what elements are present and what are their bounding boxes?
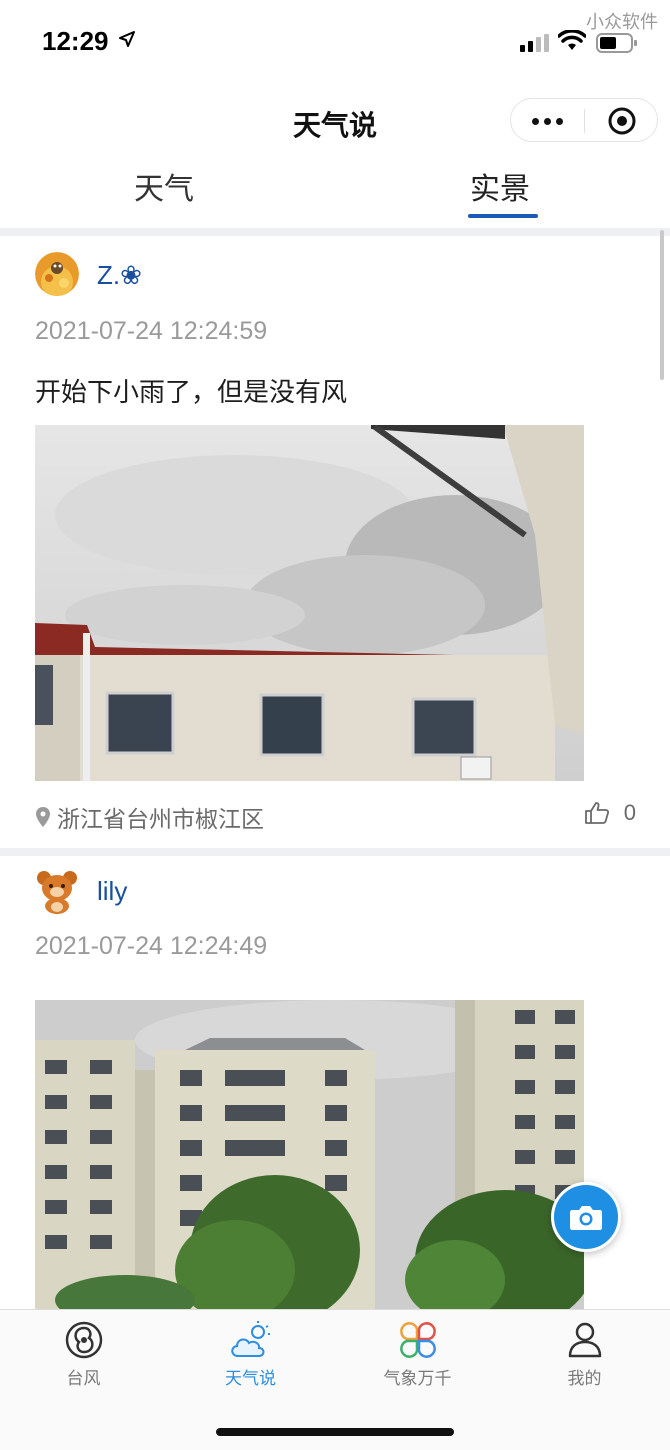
- like-button[interactable]: 0: [584, 800, 636, 826]
- divider: [0, 228, 670, 236]
- tab-live[interactable]: 实景: [470, 164, 530, 208]
- avatar[interactable]: [34, 868, 80, 914]
- post-timestamp: 2021-07-24 12:24:59: [35, 317, 268, 345]
- camera-icon: [570, 1206, 602, 1230]
- tab-label: 天气说: [225, 1369, 276, 1389]
- post-content: 开始下小雨了，但是没有风: [35, 378, 348, 408]
- photo-apartments-trees: [35, 1000, 584, 1309]
- tab-label: 我的: [567, 1369, 602, 1389]
- username[interactable]: lily: [97, 876, 127, 907]
- photo-cloudy-building: [35, 425, 584, 781]
- scrollbar[interactable]: [660, 230, 664, 380]
- clover-icon: [399, 1322, 436, 1358]
- dot: [556, 117, 563, 125]
- tab-typhoon[interactable]: 台风: [0, 1310, 167, 1400]
- close-target-icon: [608, 107, 635, 135]
- post-photo[interactable]: [35, 1000, 584, 1309]
- camera-button[interactable]: [551, 1182, 621, 1252]
- close-button[interactable]: [585, 99, 658, 143]
- tab-label: 气象万千: [383, 1369, 452, 1389]
- status-time: 12:29: [42, 26, 109, 56]
- thumbs-up-icon: [584, 802, 609, 824]
- cloud-sun-icon: [230, 1321, 270, 1357]
- post-location: 浙江省台州市椒江区: [35, 800, 264, 834]
- battery-icon: [596, 33, 637, 53]
- location-arrow-icon: [119, 31, 135, 47]
- home-indicator: [216, 1428, 454, 1436]
- mini-program-capsule: [510, 98, 658, 142]
- signal-icon: [520, 34, 549, 52]
- tab-meteorology[interactable]: 气象万千: [334, 1310, 501, 1400]
- top-tabs: 天气 实景: [0, 156, 670, 228]
- post-card: Z.❀ 2021-07-24 12:24:59 开始下小雨了，但是没有风 浙江省…: [0, 236, 670, 856]
- avatar[interactable]: [35, 252, 79, 296]
- nav-bar: 天气说: [0, 86, 670, 156]
- tab-weather[interactable]: 天气: [134, 164, 194, 208]
- dot: [532, 117, 539, 125]
- tab-mine[interactable]: 我的: [501, 1310, 668, 1400]
- location-text: 浙江省台州市椒江区: [57, 807, 264, 833]
- feed[interactable]: Z.❀ 2021-07-24 12:24:59 开始下小雨了，但是没有风 浙江省…: [0, 236, 670, 1309]
- watermark: 小众软件: [586, 12, 658, 33]
- status-bar: 12:29 小众软件: [0, 0, 670, 86]
- avatar-image: [35, 252, 79, 296]
- active-tab-indicator: [468, 214, 538, 218]
- tab-weather-talk[interactable]: 天气说: [167, 1310, 334, 1400]
- bear-avatar-image: [37, 871, 77, 914]
- post-photo[interactable]: [35, 425, 584, 781]
- tab-label: 台风: [66, 1369, 101, 1389]
- username[interactable]: Z.❀: [97, 260, 142, 291]
- post-timestamp: 2021-07-24 12:24:49: [35, 932, 268, 960]
- dot: [544, 117, 551, 125]
- wifi-icon: [558, 30, 586, 50]
- typhoon-icon: [65, 1321, 102, 1359]
- more-button[interactable]: [511, 99, 584, 143]
- location-pin-icon: [36, 807, 50, 827]
- user-icon: [568, 1322, 601, 1358]
- like-count: 0: [623, 800, 636, 825]
